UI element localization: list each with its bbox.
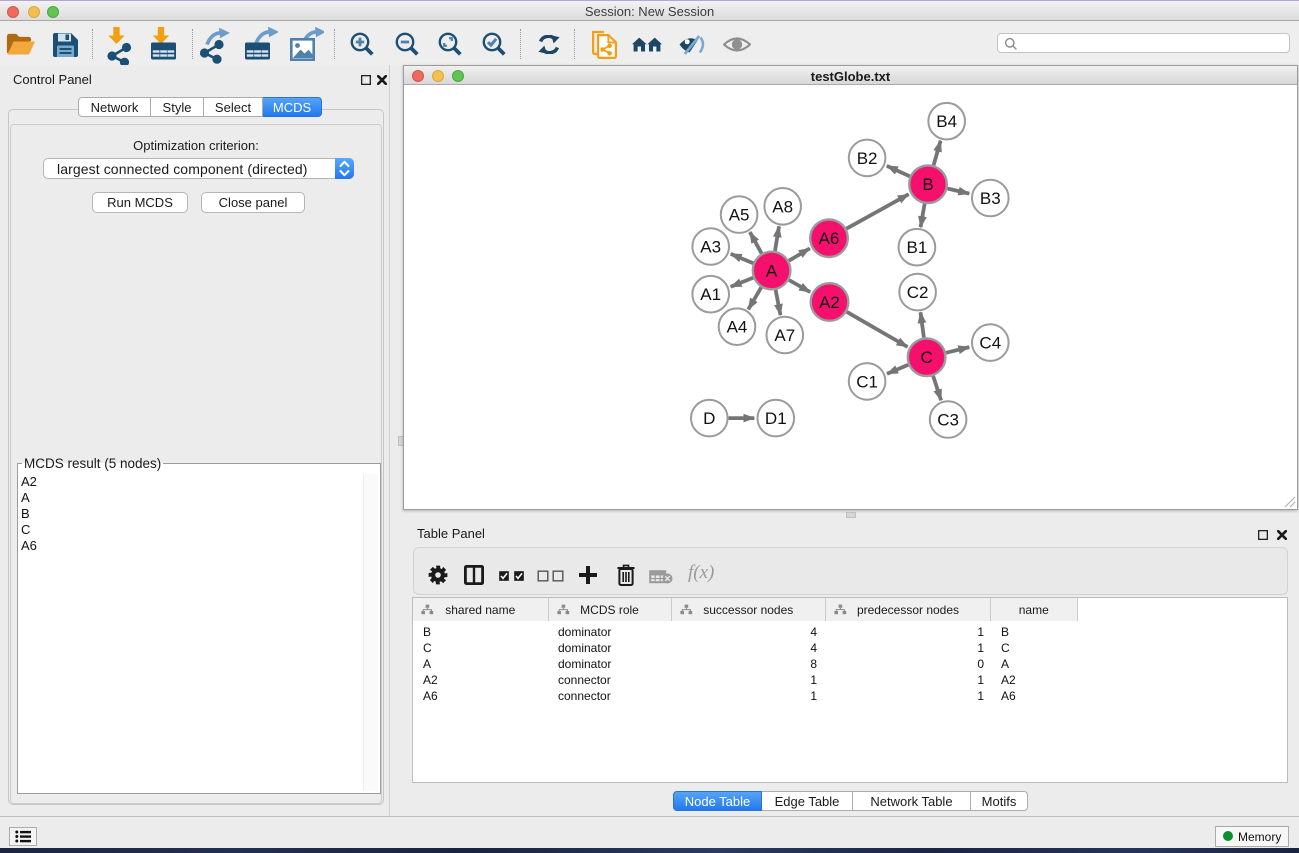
svg-text:A8: A8 (772, 197, 793, 216)
svg-text:C4: C4 (979, 334, 1001, 353)
svg-text:C2: C2 (907, 283, 929, 302)
svg-text:D1: D1 (765, 409, 787, 428)
svg-text:D: D (703, 409, 715, 428)
svg-text:A1: A1 (700, 285, 721, 304)
svg-text:B1: B1 (907, 238, 928, 257)
svg-text:A2: A2 (819, 293, 840, 312)
svg-text:B2: B2 (857, 149, 878, 168)
svg-text:B: B (922, 175, 933, 194)
svg-text:A6: A6 (819, 229, 840, 248)
svg-text:A5: A5 (729, 206, 750, 225)
svg-text:A7: A7 (774, 326, 795, 345)
svg-text:B3: B3 (980, 189, 1001, 208)
svg-text:C1: C1 (856, 372, 878, 391)
svg-text:C: C (920, 348, 932, 367)
svg-text:C3: C3 (937, 411, 959, 430)
svg-text:A3: A3 (700, 238, 721, 257)
svg-text:B4: B4 (936, 112, 957, 131)
svg-text:A: A (766, 262, 778, 281)
svg-text:A4: A4 (727, 318, 748, 337)
